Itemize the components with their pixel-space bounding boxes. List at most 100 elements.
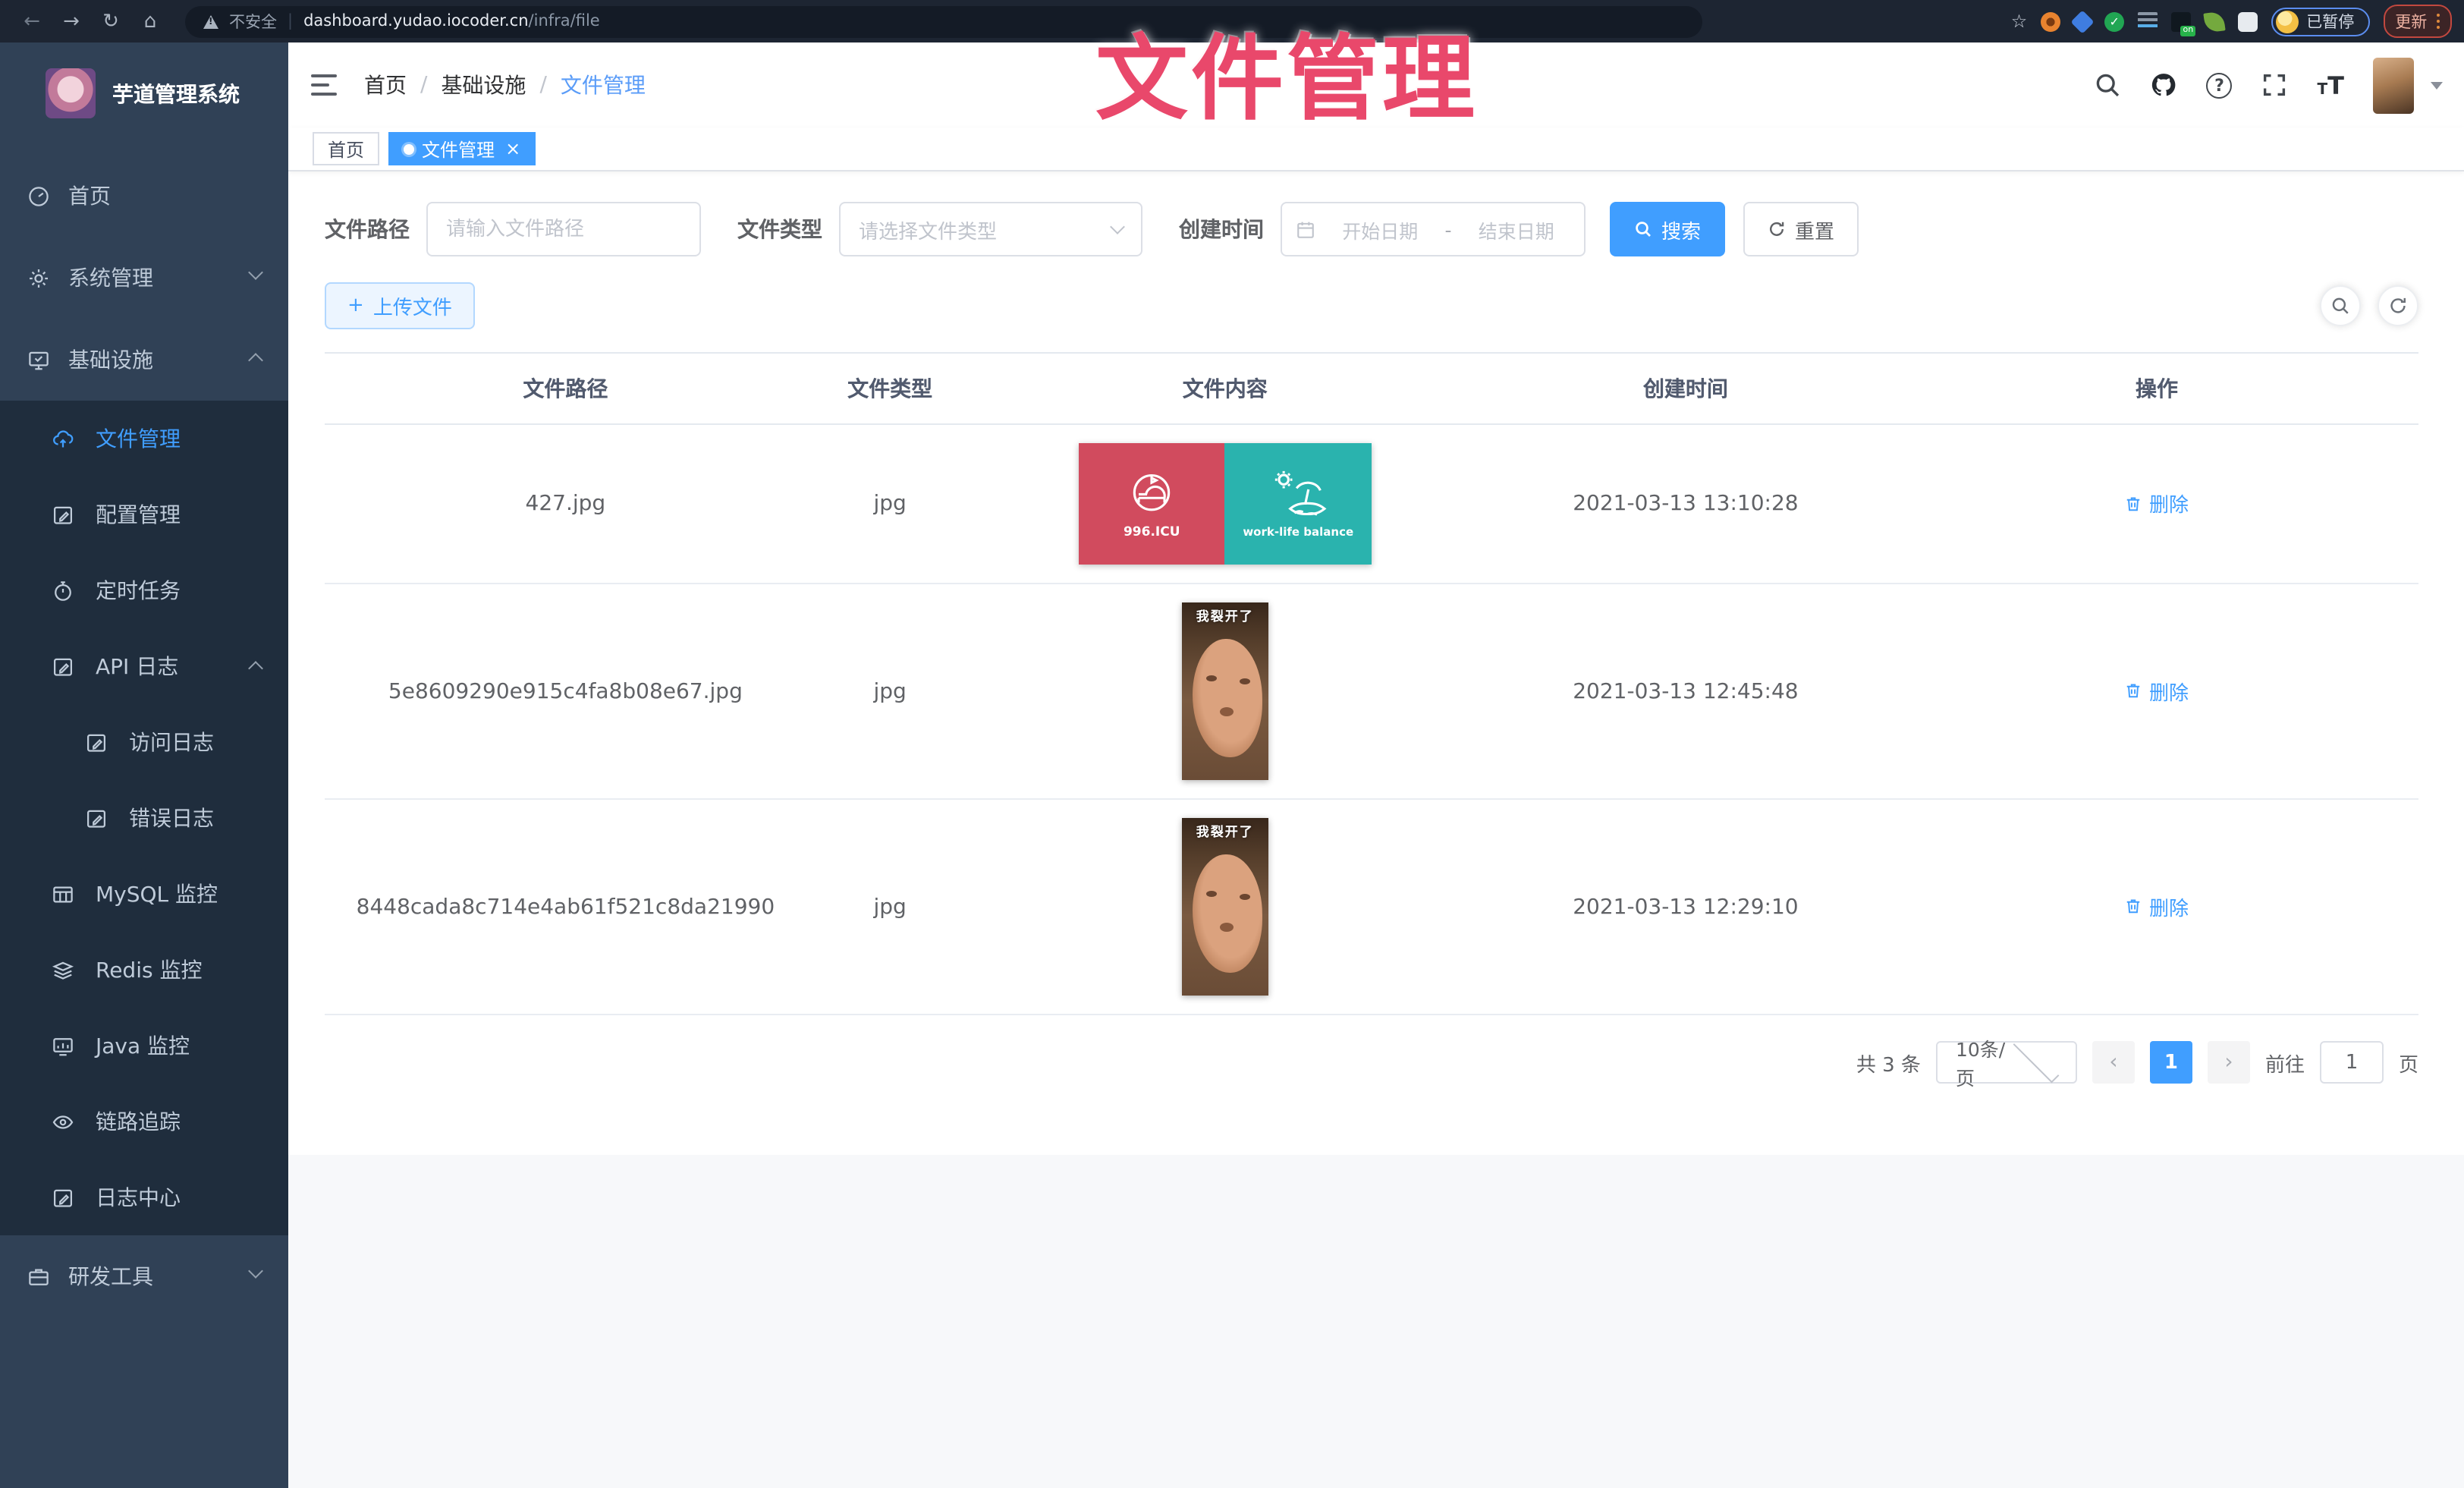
goto-page-input[interactable] (2320, 1041, 2384, 1084)
sidebar-item-home[interactable]: 首页 (0, 155, 288, 237)
pagination: 共 3 条 10条/页 ‹ 1 › 前往 页 (325, 1041, 2418, 1084)
sidebar-item-label: Java 监控 (96, 1030, 190, 1061)
sidebar-item-label: 研发工具 (68, 1261, 153, 1291)
tag-file-management[interactable]: 文件管理 × (388, 132, 536, 165)
sidebar-item-trace[interactable]: 链路追踪 (0, 1084, 288, 1159)
sidebar-item-label: 系统管理 (68, 263, 153, 293)
eye-icon (52, 1110, 74, 1133)
sidebar-item-config[interactable]: 配置管理 (0, 477, 288, 552)
browser-chrome: ← → ↻ ⌂ ! 不安全 | dashboard.yudao.iocoder.… (0, 0, 2464, 42)
browser-menu-icon[interactable] (2436, 13, 2440, 30)
sidebar-item-label: Redis 监控 (96, 955, 202, 985)
gauge-icon (27, 184, 50, 207)
extensions-puzzle-icon[interactable] (2238, 11, 2258, 31)
user-menu-caret-icon[interactable] (2431, 81, 2443, 89)
file-preview-image[interactable]: 我裂开了 (1182, 602, 1268, 780)
app-layout: 芋道管理系统 首页 系统管理 基础设施 (0, 42, 2464, 1488)
sidebar-item-api-log[interactable]: API 日志 (0, 628, 288, 704)
sidebar-item-error-log[interactable]: 错误日志 (0, 780, 288, 856)
chevron-down-icon (248, 1263, 263, 1279)
sidebar-item-log-center[interactable]: 日志中心 (0, 1159, 288, 1235)
monitor-check-icon (27, 348, 50, 371)
total-count-label: 共 3 条 (1856, 1048, 1921, 1077)
prev-page-button[interactable]: ‹ (2092, 1041, 2135, 1084)
sidebar-item-file-management[interactable]: 文件管理 (0, 401, 288, 477)
page-number-button[interactable]: 1 (2150, 1041, 2192, 1084)
upload-file-button[interactable]: + 上传文件 (325, 282, 475, 329)
table-toolbar: + 上传文件 (325, 282, 2418, 329)
toggle-search-button[interactable] (2320, 285, 2361, 326)
file-path-input[interactable] (426, 202, 701, 256)
date-end-placeholder: 结束日期 (1463, 215, 1571, 244)
table-grid-icon (52, 882, 74, 905)
close-icon[interactable]: × (505, 140, 520, 158)
sidebar-item-java-monitor[interactable]: Java 监控 (0, 1008, 288, 1084)
url-path: /infra/file (529, 12, 600, 30)
date-range-picker[interactable]: 开始日期 - 结束日期 (1281, 202, 1586, 256)
log-edit-icon (85, 731, 108, 753)
delete-button[interactable]: 删除 (2125, 489, 2189, 518)
sidebar-item-system[interactable]: 系统管理 (0, 237, 288, 319)
user-avatar[interactable] (2373, 57, 2414, 113)
delete-button[interactable]: 删除 (2125, 677, 2189, 706)
extension-leaf-icon[interactable] (2204, 10, 2226, 32)
navbar-actions: ? TT (2095, 57, 2444, 113)
browser-update-button[interactable]: 更新 (2383, 5, 2452, 38)
search-icon[interactable] (2095, 71, 2122, 99)
browser-home-icon[interactable]: ⌂ (130, 10, 170, 33)
browser-back-icon[interactable]: ← (12, 10, 52, 33)
sidebar-item-access-log[interactable]: 访问日志 (0, 704, 288, 780)
reset-button[interactable]: 重置 (1743, 202, 1859, 256)
profile-paused-pill[interactable]: 已暂停 (2271, 7, 2369, 36)
extension-blue-icon[interactable] (2071, 9, 2095, 33)
search-button[interactable]: 搜索 (1610, 202, 1725, 256)
github-icon[interactable] (2151, 71, 2178, 99)
chart-monitor-icon (52, 1034, 74, 1057)
bookmark-star-icon[interactable]: ☆ (2011, 11, 2028, 32)
tag-home[interactable]: 首页 (313, 132, 379, 165)
timer-icon (52, 579, 74, 602)
page-size-select[interactable]: 10条/页 (1936, 1041, 2077, 1084)
breadcrumb-infra[interactable]: 基础设施 (441, 70, 526, 100)
extension-switch-icon[interactable]: on (2171, 11, 2191, 31)
table-row: 5e8609290e915c4fa8b08e67.jpg jpg 我裂开了 20… (325, 584, 2418, 799)
sidebar-item-label: 访问日志 (129, 727, 214, 757)
browser-address-bar[interactable]: ! 不安全 | dashboard.yudao.iocoder.cn/infra… (185, 5, 1702, 37)
font-size-icon[interactable]: TT (2318, 71, 2345, 99)
next-page-button[interactable]: › (2208, 1041, 2250, 1084)
briefcase-icon (27, 1265, 50, 1288)
search-icon (2330, 296, 2350, 316)
extension-check-icon[interactable]: ✓ (2104, 11, 2124, 31)
sidebar-logo[interactable]: 芋道管理系统 (0, 42, 288, 140)
browser-forward-icon[interactable]: → (52, 10, 91, 33)
page-size-value: 10条/页 (1956, 1033, 2009, 1091)
refresh-table-button[interactable] (2378, 285, 2418, 326)
extension-gear-icon[interactable] (2041, 11, 2060, 31)
sidebar-item-mysql-monitor[interactable]: MySQL 监控 (0, 856, 288, 932)
cell-actions: 删除 (1895, 584, 2418, 799)
chevron-down-icon (2013, 1037, 2060, 1084)
panel-caption: work-life balance (1243, 525, 1353, 539)
sidebar-item-redis-monitor[interactable]: Redis 监控 (0, 932, 288, 1008)
help-icon[interactable]: ? (2207, 72, 2233, 98)
security-warning-icon: ! (203, 14, 218, 28)
sidebar-item-dev-tools[interactable]: 研发工具 (0, 1235, 288, 1317)
file-preview-image[interactable]: 996.ICU work-life balance (1079, 443, 1372, 565)
browser-reload-icon[interactable]: ↻ (91, 10, 130, 33)
address-separator: | (288, 12, 293, 30)
fullscreen-icon[interactable] (2261, 71, 2289, 99)
sidebar-toggle-icon[interactable] (311, 74, 337, 95)
cell-file-path: 5e8609290e915c4fa8b08e67.jpg (325, 584, 806, 799)
sidebar-item-scheduled-jobs[interactable]: 定时任务 (0, 552, 288, 628)
extension-grid-icon[interactable] (2138, 11, 2158, 31)
column-header-type: 文件类型 (806, 353, 974, 424)
cell-file-path: 8448cada8c714e4ab61f521c8da21990 (325, 799, 806, 1015)
delete-button[interactable]: 删除 (2125, 892, 2189, 921)
breadcrumb-separator: / (420, 73, 427, 97)
cell-actions: 删除 (1895, 424, 2418, 584)
breadcrumb-home[interactable]: 首页 (364, 70, 407, 100)
sidebar-item-infra[interactable]: 基础设施 (0, 319, 288, 401)
file-preview-image[interactable]: 我裂开了 (1182, 818, 1268, 996)
profile-avatar-icon (2276, 10, 2299, 33)
file-type-select[interactable]: 请选择文件类型 (839, 202, 1142, 256)
